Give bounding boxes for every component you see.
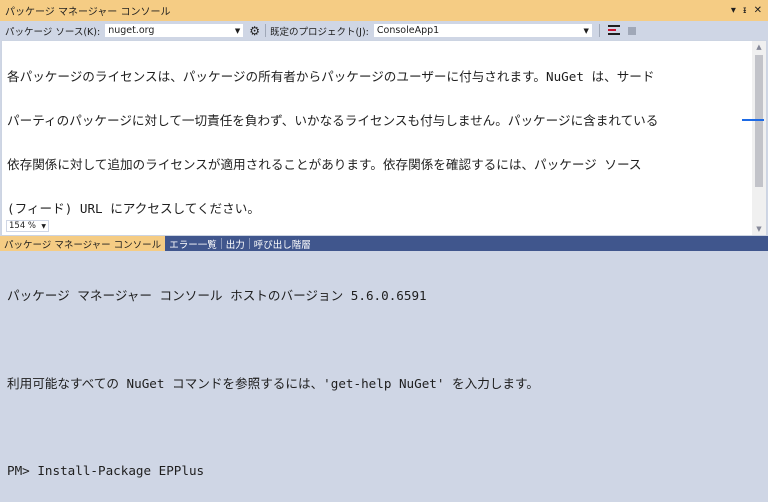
package-source-label: パッケージ ソース(K): — [5, 26, 101, 38]
package-source-select[interactable]: nuget.org ▼ — [104, 23, 245, 38]
scroll-down-icon[interactable]: ▼ — [752, 223, 766, 235]
tab-output[interactable]: 出力 — [222, 236, 249, 251]
window-title: パッケージ マネージャー コンソール — [5, 7, 171, 18]
scrollbar-thumb[interactable] — [755, 55, 763, 187]
zoom-select[interactable]: 154 % ▼ — [6, 220, 49, 232]
tab-error-list[interactable]: エラー一覧 — [165, 236, 221, 251]
window-position-dropdown-icon[interactable]: ▾ — [731, 5, 736, 16]
clear-console-icon[interactable] — [607, 25, 620, 36]
chevron-down-icon: ▼ — [583, 26, 589, 35]
console-line: 利用可能なすべての NuGet コマンドを参照するには、'get-help Nu… — [7, 375, 539, 391]
chevron-down-icon: ▼ — [234, 26, 241, 35]
auto-hide-pin-icon[interactable]: ᵻ — [743, 5, 747, 16]
console-output[interactable]: 各パッケージのライセンスは、パッケージの所有者からパッケージのユーザーに付与され… — [1, 40, 767, 478]
tool-window-titlebar: パッケージ マネージャー コンソール ▾ ᵻ ✕ — [0, 0, 768, 21]
vertical-scrollbar[interactable]: ▲ ▼ — [742, 41, 766, 235]
tab-call-hierarchy[interactable]: 呼び出し階層 — [250, 236, 315, 251]
toolbar-separator — [598, 24, 600, 37]
scroll-position-marker — [742, 119, 764, 121]
default-project-value: ConsoleApp1 — [376, 25, 440, 36]
scroll-up-icon[interactable]: ▲ — [752, 41, 766, 53]
stop-icon[interactable] — [627, 26, 636, 35]
console-toolbar: パッケージ ソース(K): nuget.org ▼ ⚙ 既定のプロジェクト(J)… — [0, 21, 768, 40]
close-icon[interactable]: ✕ — [754, 5, 762, 16]
tab-package-manager-console[interactable]: パッケージ マネージャー コンソール — [0, 236, 166, 251]
zoom-value: 154 % — [9, 221, 37, 231]
console-line: 依存関係に対して追加のライセンスが適用されることがあります。依存関係を確認するに… — [7, 156, 642, 172]
console-line: パーティのパッケージに対して一切責任を負わず、いかなるライセンスも付与しません。… — [7, 112, 659, 128]
chevron-down-icon: ▼ — [41, 222, 46, 230]
default-project-label: 既定のプロジェクト(J): — [269, 26, 369, 38]
console-line: パッケージ マネージャー コンソール ホストのバージョン 5.6.0.6591 — [7, 288, 427, 304]
console-line: (フィード) URL にアクセスしてください。 — [7, 200, 260, 216]
gear-icon[interactable]: ⚙ — [249, 24, 260, 38]
console-prompt-line[interactable]: PM> Install-Package EPPlus — [7, 464, 747, 479]
package-source-value: nuget.org — [108, 25, 155, 36]
default-project-select[interactable]: ConsoleApp1 ▼ — [372, 23, 593, 38]
toolbar-separator — [264, 24, 266, 37]
console-line: 各パッケージのライセンスは、パッケージの所有者からパッケージのユーザーに付与され… — [7, 69, 655, 85]
title-buttons: ▾ ᵻ ✕ — [731, 5, 762, 16]
console-text: 各パッケージのライセンスは、パッケージの所有者からパッケージのユーザーに付与され… — [7, 41, 747, 502]
tool-window-tabs: パッケージ マネージャー コンソール エラー一覧 出力 呼び出し階層 — [0, 236, 768, 251]
